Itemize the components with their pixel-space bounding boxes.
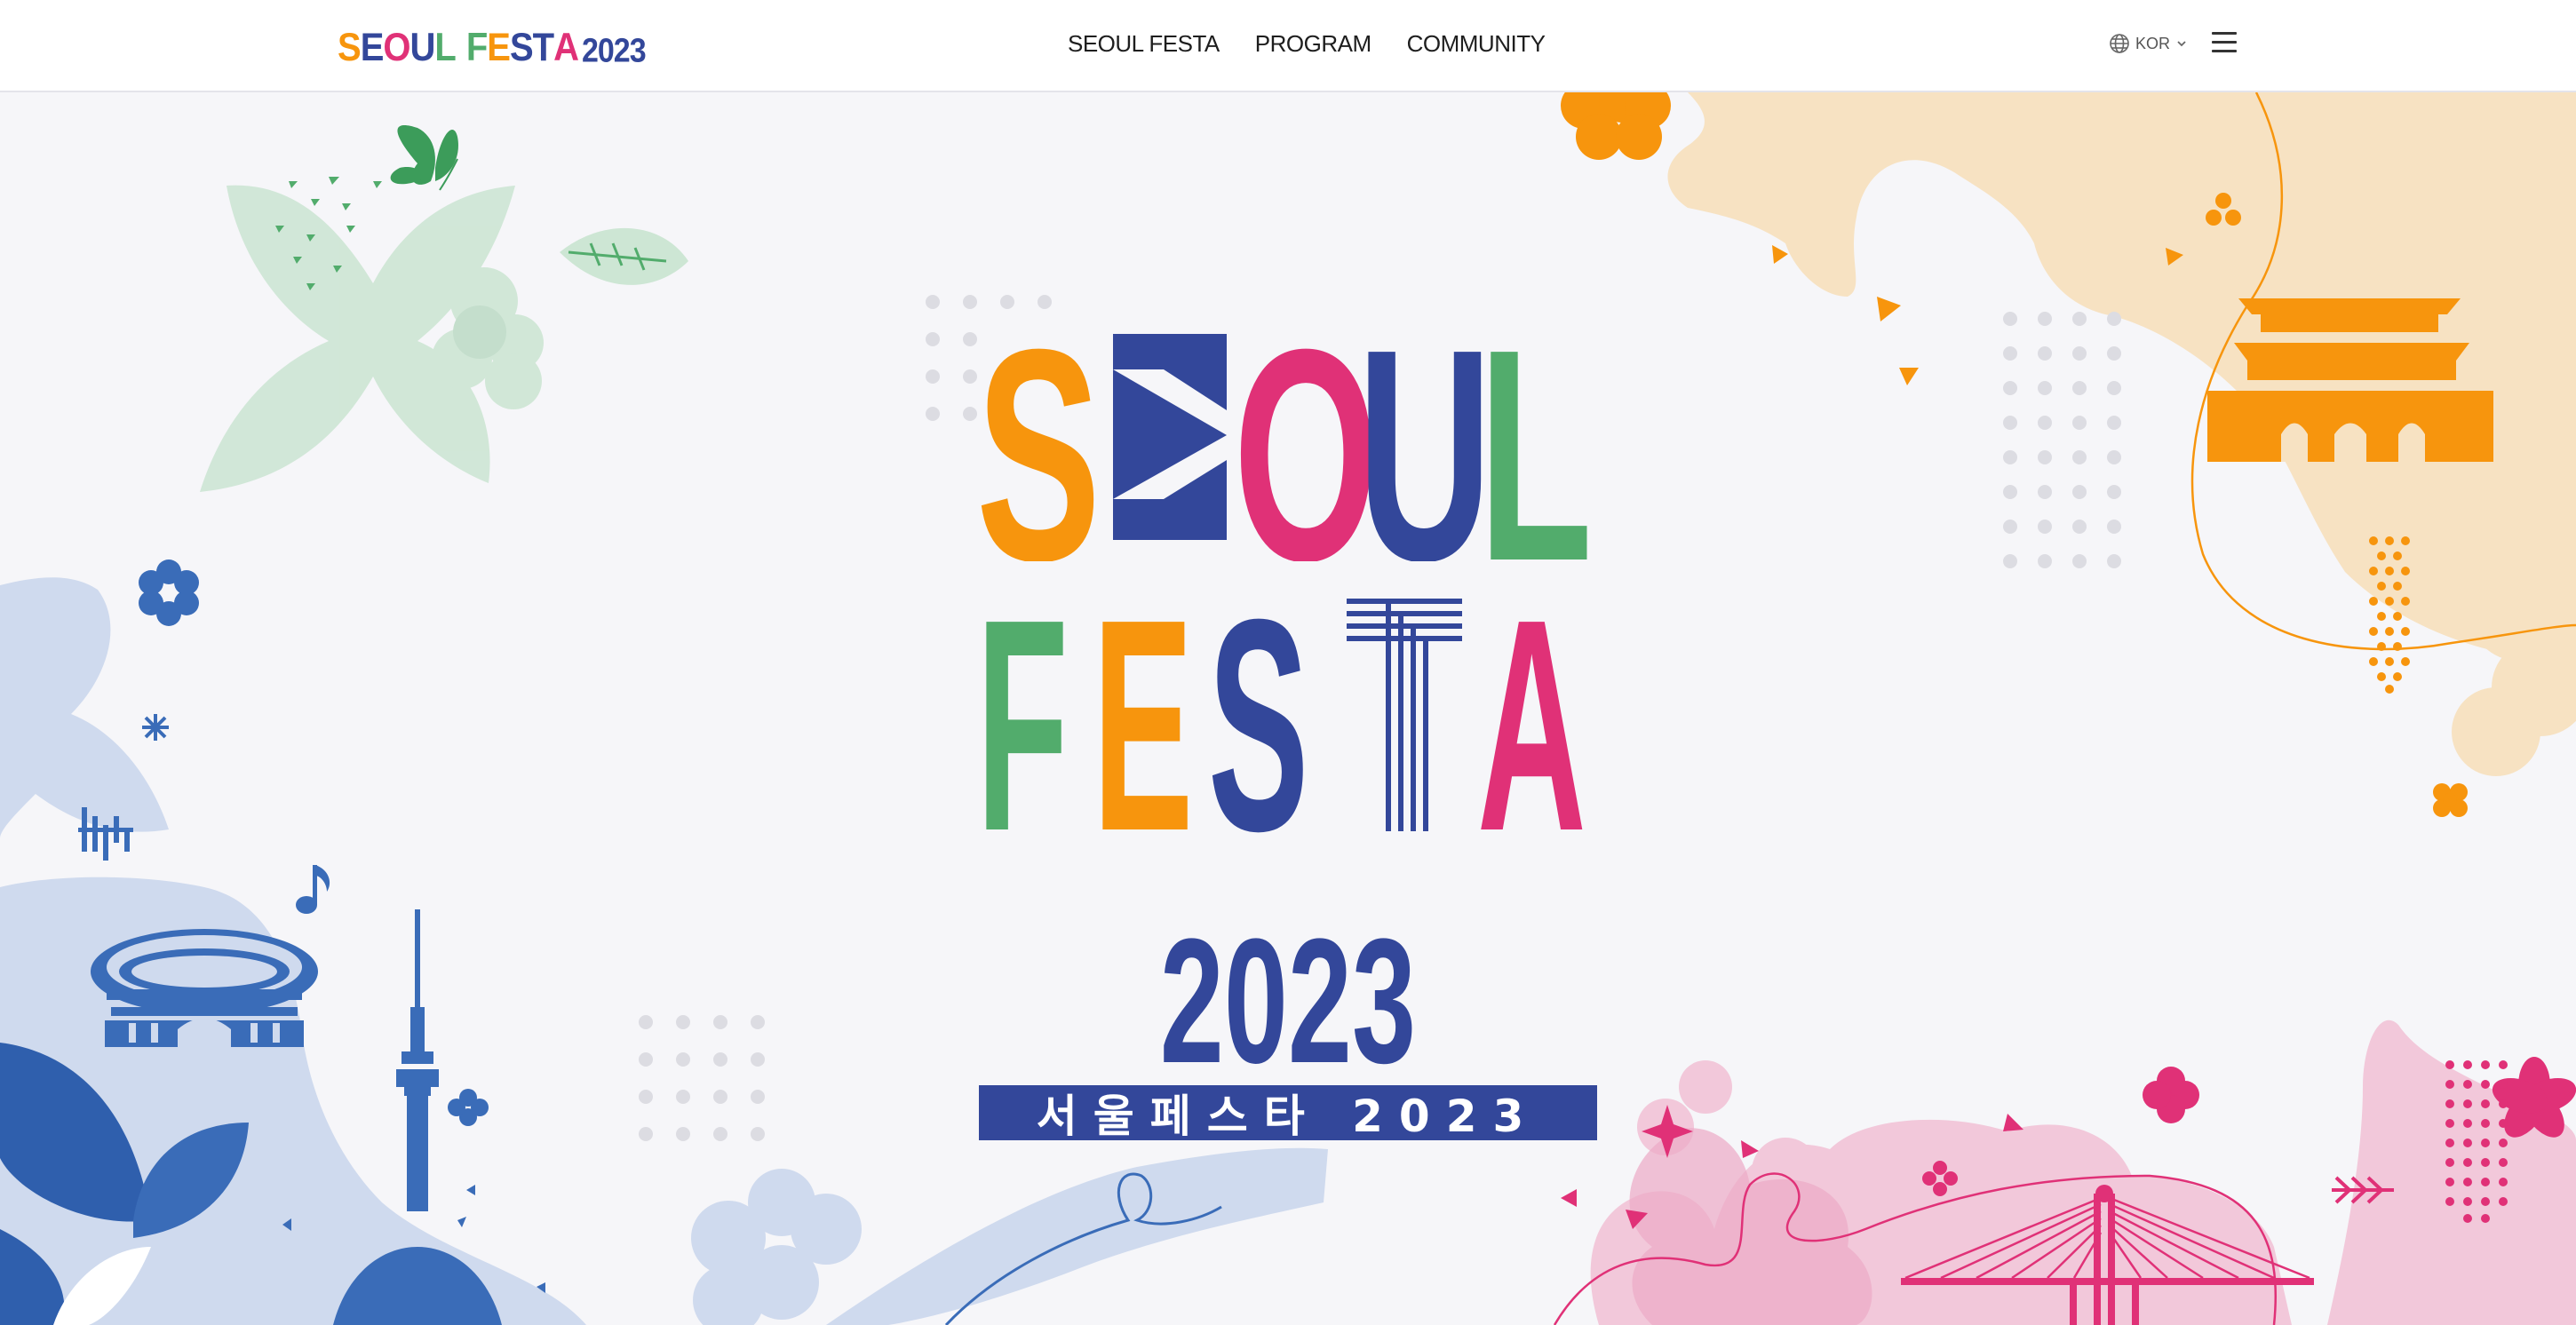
blue-cross-icon bbox=[448, 1089, 489, 1126]
logo-letter: S bbox=[509, 25, 534, 70]
logo-title-line1: S O U L bbox=[977, 330, 1593, 561]
logo-title-line2: F E S A bbox=[977, 597, 1586, 837]
logo-letter-f: F bbox=[977, 597, 1069, 837]
asterisk-icon bbox=[142, 714, 169, 741]
logo-letter-s: S bbox=[977, 330, 1101, 561]
logo-letter: L bbox=[434, 25, 456, 70]
music-note-icon bbox=[296, 865, 330, 914]
logo-year-text: 2023 bbox=[1160, 931, 1416, 1073]
chevron-down-icon bbox=[2177, 41, 2186, 47]
nav-item-program[interactable]: PROGRAM bbox=[1255, 30, 1371, 58]
dot-grid-right bbox=[2003, 312, 2121, 568]
logo-letter: E bbox=[360, 25, 385, 70]
logo-letter-u: U bbox=[1357, 330, 1492, 561]
blue-brush-shape bbox=[691, 1147, 1328, 1325]
blue-blob-shape bbox=[0, 577, 169, 838]
nav-item-seoul-festa[interactable]: SEOUL FESTA bbox=[1068, 30, 1220, 58]
language-label: KOR bbox=[2135, 34, 2171, 52]
logo-letter-e bbox=[1113, 334, 1227, 540]
leaf-icon bbox=[560, 227, 688, 285]
logo-letter-s2: S bbox=[1208, 597, 1308, 837]
globe-icon bbox=[2110, 34, 2129, 53]
stadium-icon bbox=[91, 929, 318, 1047]
language-selector[interactable]: KOR bbox=[2109, 33, 2188, 54]
hamburger-menu-icon[interactable] bbox=[2212, 32, 2237, 57]
site-header: S E O U L F E S T A 2023 SEOUL FESTA PRO… bbox=[0, 0, 2576, 92]
logo-letter-t bbox=[1347, 599, 1462, 831]
hero-banner: S O U L F E S A 2023 서울페스타 2023 bbox=[0, 92, 2576, 1325]
logo-year: 2023 bbox=[581, 31, 647, 70]
pink-clover-icon bbox=[2143, 1067, 2199, 1123]
logo-letter: T bbox=[532, 25, 554, 70]
logo-letter-l: L bbox=[1478, 330, 1593, 561]
logo-letter-e2: E bbox=[1093, 597, 1193, 837]
orange-flower-icon bbox=[1561, 92, 1671, 160]
site-logo[interactable]: S E O U L F E S T A 2023 bbox=[338, 21, 647, 70]
logo-letter-a: A bbox=[1477, 597, 1586, 837]
logo-letter: E bbox=[487, 25, 511, 70]
green-leaf-shape bbox=[200, 185, 544, 492]
festival-logo: S O U L F E S A 2023 서울페스타 2023 bbox=[977, 330, 1599, 1147]
nav-item-community[interactable]: COMMUNITY bbox=[1407, 30, 1546, 58]
logo-letter: S bbox=[338, 25, 362, 70]
korean-title-bar: 서울페스타 2023 bbox=[979, 1085, 1597, 1142]
logo-year-big: 2023 bbox=[1160, 931, 1416, 1073]
orange-x-icon bbox=[2433, 783, 2468, 817]
butterfly-icon bbox=[390, 124, 458, 191]
main-nav: SEOUL FESTA PROGRAM COMMUNITY bbox=[1068, 30, 1546, 58]
logo-letter: F bbox=[465, 25, 488, 70]
flower-icon bbox=[139, 559, 199, 626]
logo-letter: O bbox=[383, 25, 410, 70]
logo-letter: A bbox=[553, 25, 579, 70]
logo-letter: U bbox=[409, 25, 436, 70]
dot-grid-left bbox=[639, 1015, 765, 1141]
